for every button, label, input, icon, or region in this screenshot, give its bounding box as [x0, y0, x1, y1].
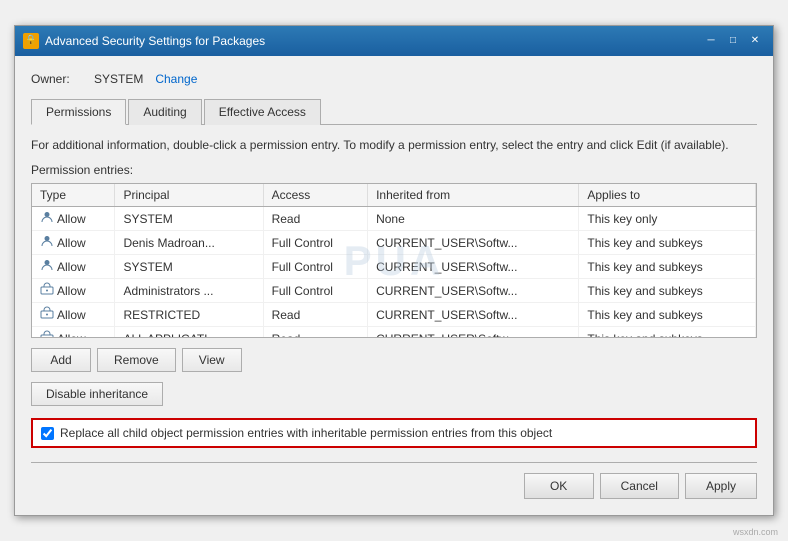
close-button[interactable]: ✕	[745, 32, 765, 50]
col-header-type: Type	[32, 184, 115, 207]
table-row[interactable]: Allow SYSTEM Full Control CURRENT_USER\S…	[32, 255, 756, 279]
cell-type: Allow	[32, 255, 115, 279]
table-row[interactable]: Allow Denis Madroan... Full Control CURR…	[32, 231, 756, 255]
replace-permissions-checkbox-row: Replace all child object permission entr…	[31, 418, 757, 448]
info-text: For additional information, double-click…	[31, 137, 757, 154]
table-row[interactable]: Allow SYSTEM Read None This key only	[32, 207, 756, 231]
remove-button[interactable]: Remove	[97, 348, 176, 372]
cell-type: Allow	[32, 327, 115, 339]
cell-principal: Administrators ...	[115, 279, 263, 303]
cell-type: Allow	[32, 279, 115, 303]
tab-permissions[interactable]: Permissions	[31, 99, 126, 125]
col-header-applies: Applies to	[579, 184, 756, 207]
table-row[interactable]: Allow Administrators ... Full Control CU…	[32, 279, 756, 303]
cell-type: Allow	[32, 303, 115, 327]
cell-principal: ALL APPLICATI...	[115, 327, 263, 339]
cell-principal: SYSTEM	[115, 255, 263, 279]
cell-inherited: CURRENT_USER\Softw...	[368, 327, 579, 339]
cell-inherited: None	[368, 207, 579, 231]
tab-auditing[interactable]: Auditing	[128, 99, 201, 125]
cell-access: Read	[263, 207, 368, 231]
permissions-table: Type Principal Access Inherited from App…	[32, 184, 756, 338]
view-button[interactable]: View	[182, 348, 242, 372]
replace-permissions-label: Replace all child object permission entr…	[60, 426, 552, 440]
table-row[interactable]: Allow RESTRICTED Read CURRENT_USER\Softw…	[32, 303, 756, 327]
main-window: 🔒 Advanced Security Settings for Package…	[14, 25, 774, 517]
cell-inherited: CURRENT_USER\Softw...	[368, 279, 579, 303]
apply-button[interactable]: Apply	[685, 473, 757, 499]
page-watermark: wsxdn.com	[733, 527, 778, 537]
col-header-access: Access	[263, 184, 368, 207]
cancel-button[interactable]: Cancel	[600, 473, 679, 499]
cell-applies: This key and subkeys	[579, 255, 756, 279]
tabs-container: Permissions Auditing Effective Access	[31, 98, 757, 125]
owner-value: SYSTEM	[94, 72, 143, 86]
window-icon: 🔒	[23, 33, 39, 49]
cell-inherited: CURRENT_USER\Softw...	[368, 255, 579, 279]
minimize-button[interactable]: ─	[701, 32, 721, 50]
group-icon	[40, 306, 54, 323]
window-title: Advanced Security Settings for Packages	[45, 34, 265, 48]
ok-button[interactable]: OK	[524, 473, 594, 499]
section-label: Permission entries:	[31, 163, 757, 177]
owner-row: Owner: SYSTEM Change	[31, 72, 757, 86]
cell-applies: This key and subkeys	[579, 279, 756, 303]
cell-applies: This key and subkeys	[579, 303, 756, 327]
window-content: Owner: SYSTEM Change Permissions Auditin…	[15, 56, 773, 516]
table-row[interactable]: Allow ALL APPLICATI... Read CURRENT_USER…	[32, 327, 756, 339]
cell-access: Read	[263, 303, 368, 327]
cell-applies: This key only	[579, 207, 756, 231]
title-bar-controls: ─ □ ✕	[701, 32, 765, 50]
owner-change-link[interactable]: Change	[155, 72, 197, 86]
cell-access: Full Control	[263, 279, 368, 303]
disable-inheritance-button[interactable]: Disable inheritance	[31, 382, 163, 406]
replace-permissions-checkbox[interactable]	[41, 427, 54, 440]
col-header-inherited: Inherited from	[368, 184, 579, 207]
title-bar: 🔒 Advanced Security Settings for Package…	[15, 26, 773, 56]
owner-label: Owner:	[31, 72, 86, 86]
action-buttons-row: Add Remove View	[31, 348, 757, 372]
group-icon	[40, 330, 54, 338]
cell-access: Full Control	[263, 231, 368, 255]
add-button[interactable]: Add	[31, 348, 91, 372]
group-icon	[40, 282, 54, 299]
cell-principal: RESTRICTED	[115, 303, 263, 327]
user-icon	[40, 234, 54, 251]
cell-applies: This key and subkeys	[579, 231, 756, 255]
cell-inherited: CURRENT_USER\Softw...	[368, 303, 579, 327]
cell-access: Read	[263, 327, 368, 339]
cell-access: Full Control	[263, 255, 368, 279]
col-header-principal: Principal	[115, 184, 263, 207]
user-icon	[40, 210, 54, 227]
tab-effective-access[interactable]: Effective Access	[204, 99, 321, 125]
title-bar-left: 🔒 Advanced Security Settings for Package…	[23, 33, 265, 49]
cell-principal: Denis Madroan...	[115, 231, 263, 255]
cell-principal: SYSTEM	[115, 207, 263, 231]
maximize-button[interactable]: □	[723, 32, 743, 50]
cell-applies: This key and subkeys	[579, 327, 756, 339]
cell-type: Allow	[32, 231, 115, 255]
footer-buttons: OK Cancel Apply	[31, 462, 757, 499]
table-header-row: Type Principal Access Inherited from App…	[32, 184, 756, 207]
cell-type: Allow	[32, 207, 115, 231]
user-icon	[40, 258, 54, 275]
permissions-table-container: PUA Type Principal Access Inherited from…	[31, 183, 757, 338]
cell-inherited: CURRENT_USER\Softw...	[368, 231, 579, 255]
